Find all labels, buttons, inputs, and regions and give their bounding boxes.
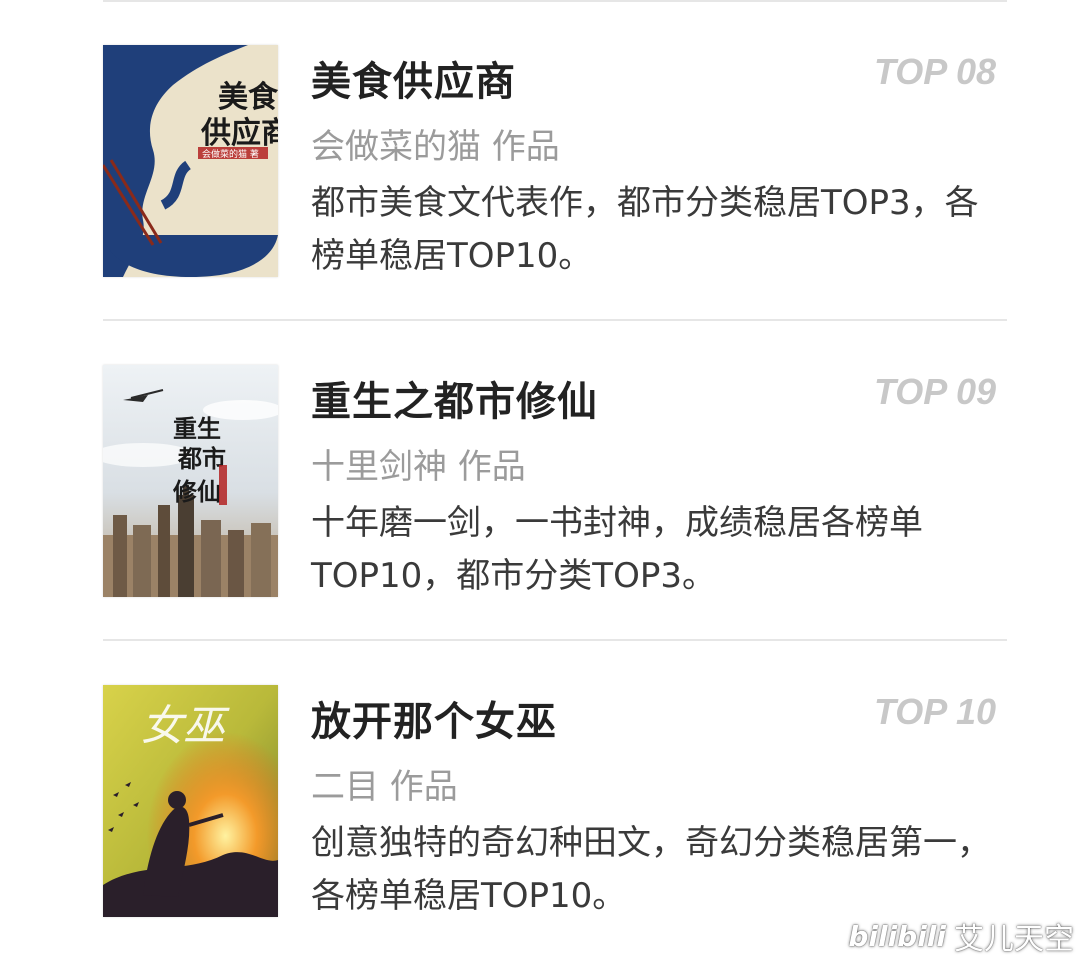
svg-text:都市: 都市: [177, 444, 226, 473]
book-author[interactable]: 十里剑神 作品: [311, 439, 526, 488]
book-title[interactable]: 重生之都市修仙: [311, 369, 598, 427]
book-cover-2[interactable]: 重生 都市 修仙: [103, 365, 278, 597]
cover-art-city-immortal: 重生 都市 修仙: [103, 365, 278, 597]
divider: [103, 639, 1007, 641]
book-description: 十年磨一剑，一书封神，成绩稳居各榜单TOP10，都市分类TOP3。: [311, 503, 923, 596]
list-item-book-3[interactable]: 女巫 放开那个女巫 TOP 10 二目 作品 创意独特的奇幻种田文，奇幻分类稳居…: [0, 685, 1080, 935]
rank-badge: TOP 10: [873, 691, 996, 732]
bilibili-watermark: bilibili 艾儿天空: [848, 914, 1074, 958]
book-ranking-list: 美食 供应商 会做菜的猫 著 美食供应商 TOP 08 会做菜的猫 作品 都市美…: [0, 0, 1080, 964]
cover-art-witch: 女巫: [103, 685, 278, 917]
book-description: 都市美食文代表作，都市分类稳居TOP3，各榜单稳居TOP10。: [311, 183, 979, 276]
book-cover-1[interactable]: 美食 供应商 会做菜的猫 著: [103, 45, 278, 277]
cover-title-text: 重生: [173, 414, 221, 443]
svg-text:供应商: 供应商: [200, 116, 278, 151]
book-title[interactable]: 美食供应商: [311, 49, 516, 107]
cover-art-food: 美食 供应商 会做菜的猫 著: [103, 45, 278, 277]
book-author[interactable]: 二目 作品: [311, 759, 458, 808]
cover-title-text: 美食: [218, 80, 278, 115]
rank-badge: TOP 09: [873, 371, 996, 412]
cover-author-text: 会做菜的猫 著: [202, 148, 259, 160]
list-item-book-1[interactable]: 美食 供应商 会做菜的猫 著 美食供应商 TOP 08 会做菜的猫 作品 都市美…: [0, 45, 1080, 295]
book-title[interactable]: 放开那个女巫: [311, 689, 557, 747]
svg-text:修仙: 修仙: [172, 477, 221, 506]
divider: [103, 0, 1007, 2]
book-description: 创意独特的奇幻种田文，奇幻分类稳居第一，各榜单稳居TOP10。: [311, 823, 991, 916]
list-item-book-2[interactable]: 重生 都市 修仙 重生之都市修仙 TOP 09 十里剑神 作品 十年磨一剑，一书…: [0, 365, 1080, 615]
bilibili-logo: bilibili: [848, 919, 946, 953]
book-cover-3[interactable]: 女巫: [103, 685, 278, 917]
cover-title-text: 女巫: [141, 701, 230, 750]
divider: [103, 319, 1007, 321]
watermark-username: 艾儿天空: [954, 922, 1074, 957]
rank-badge: TOP 08: [873, 51, 996, 92]
book-author[interactable]: 会做菜的猫 作品: [311, 119, 560, 168]
